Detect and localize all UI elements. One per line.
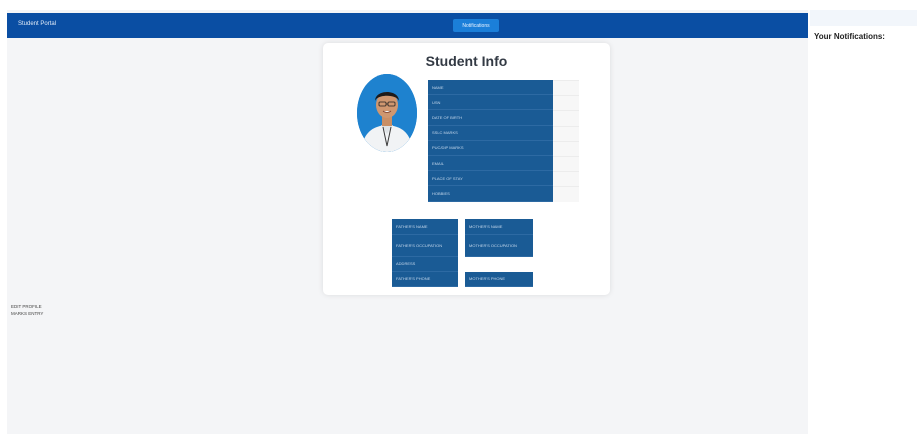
field-value [553, 186, 579, 202]
field-value [553, 125, 579, 141]
marks-entry-link[interactable]: MARKS ENTRY [11, 310, 43, 317]
mother-occupation-cell: MOTHER'S OCCUPATION [465, 235, 533, 257]
info-row-place: PLACE OF STAY [428, 171, 579, 187]
address-cell: ADDRESS [392, 257, 458, 272]
info-row-sslc: SSLC MARKS [428, 125, 579, 141]
notifications-panel: Your Notifications: [808, 10, 917, 434]
notifications-heading: Your Notifications: [814, 32, 885, 41]
info-row-puc: PUC/DIP MARKS [428, 140, 579, 156]
student-photo-icon [357, 74, 417, 152]
notifications-panel-header [810, 10, 917, 26]
field-label: NAME [428, 80, 553, 96]
student-avatar [357, 74, 417, 152]
field-value [553, 155, 579, 172]
info-row-name: NAME [428, 80, 579, 96]
side-links: EDIT PROFILE MARKS ENTRY [11, 303, 43, 317]
info-row-email: EMAIL [428, 155, 579, 172]
info-row-dob: DATE OF BIRTH [428, 110, 579, 126]
field-value [553, 140, 579, 156]
notifications-button[interactable]: Notifications [453, 19, 499, 32]
edit-profile-link[interactable]: EDIT PROFILE [11, 303, 43, 310]
field-label: EMAIL [428, 155, 553, 172]
field-label: USN [428, 95, 553, 111]
father-info-block: FATHER'S NAME FATHER'S OCCUPATION ADDRES… [392, 219, 458, 287]
field-label: HOBBIES [428, 186, 553, 202]
field-value [553, 110, 579, 126]
page-title: Student Info [425, 53, 508, 69]
father-phone-cell: FATHER'S PHONE [392, 272, 458, 287]
mother-name-cell: MOTHER'S NAME [465, 219, 533, 235]
brand-title[interactable]: Student Portal [18, 21, 56, 27]
mother-phone-cell: MOTHER'S PHONE [465, 272, 533, 287]
mother-info-block: MOTHER'S NAME MOTHER'S OCCUPATION MOTHER… [465, 219, 533, 287]
field-value [553, 171, 579, 187]
info-row-usn: USN [428, 95, 579, 111]
field-value [553, 95, 579, 111]
field-label: DATE OF BIRTH [428, 110, 553, 126]
app-main: Student Portal Notifications Student Inf… [7, 10, 808, 434]
field-value [553, 80, 579, 96]
father-name-cell: FATHER'S NAME [392, 219, 458, 235]
field-label: PUC/DIP MARKS [428, 140, 553, 156]
field-label: PLACE OF STAY [428, 171, 553, 187]
info-row-hobbies: HOBBIES [428, 186, 579, 202]
empty-spacer [465, 257, 533, 272]
top-navbar: Student Portal Notifications [7, 13, 808, 38]
student-info-card: Student Info NAME USN DATE OF BIRTH SSLC… [323, 43, 610, 295]
field-label: SSLC MARKS [428, 125, 553, 141]
father-occupation-cell: FATHER'S OCCUPATION [392, 235, 458, 257]
student-info-table: NAME USN DATE OF BIRTH SSLC MARKS PUC/DI… [428, 80, 579, 202]
